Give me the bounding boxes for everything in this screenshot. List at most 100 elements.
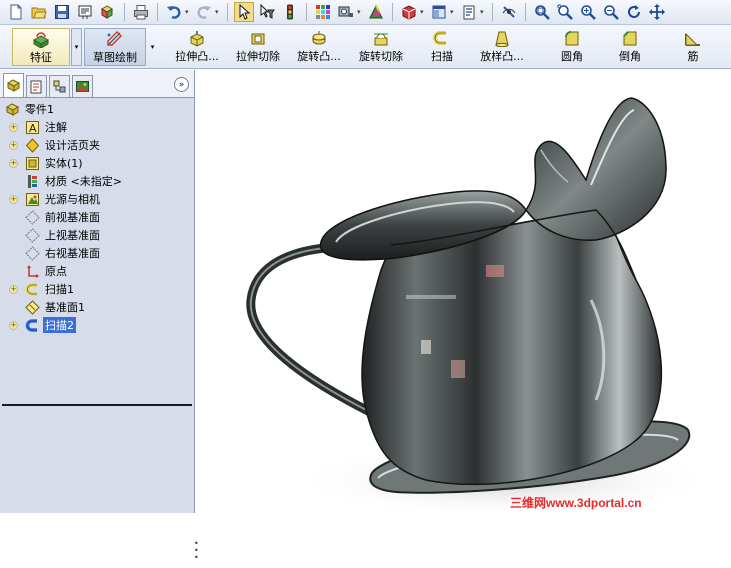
expand-toggle-icon[interactable]: + [9, 284, 18, 294]
tree-item-label: 扫描2 [43, 317, 76, 333]
rotate-view-icon[interactable] [624, 2, 644, 22]
tree-item-label: 实体(1) [45, 157, 83, 170]
options-grid-icon[interactable] [313, 2, 333, 22]
expand-panel-icon[interactable]: » [174, 77, 189, 92]
tree-item-label: 前视基准面 [45, 211, 100, 224]
appearance-icon[interactable] [399, 2, 419, 22]
command-label: 圆角 [561, 50, 583, 63]
zoom-to-fit-icon[interactable] [532, 2, 552, 22]
tree-item-label: 材质 <未指定> [45, 175, 122, 188]
tree-item-design-binder[interactable]: + 设计活页夹 [0, 136, 194, 154]
tree-item-origin[interactable]: 原点 [0, 262, 194, 280]
undo-dropdown-icon[interactable]: ▾ [185, 8, 191, 16]
tab-configuration-manager[interactable] [49, 75, 70, 97]
extruded-cut-icon [251, 33, 265, 45]
pitcher-model[interactable] [196, 70, 731, 518]
tree-item-sweep2[interactable]: + 扫描2 [0, 316, 194, 334]
part-icon [5, 102, 20, 117]
command-label: 放样凸... [480, 50, 524, 63]
tree-item-plane1[interactable]: 基准面1 [0, 298, 194, 316]
tree-item-lights-cameras[interactable]: + 光源与相机 [0, 190, 194, 208]
tree-item-material[interactable]: 材质 <未指定> [0, 172, 194, 190]
command-label: 扫描 [431, 50, 453, 63]
lofted-boss-button[interactable]: 放样凸... [475, 30, 529, 66]
zoom-to-area-icon[interactable] [555, 2, 575, 22]
plane-icon [25, 227, 40, 243]
fillet-button[interactable]: 圆角 [555, 30, 589, 66]
print-icon[interactable] [131, 2, 151, 22]
tree-item-label: 零件1 [25, 103, 54, 116]
sweep-icon [433, 31, 446, 45]
zoom-in-out-icon[interactable] [578, 2, 598, 22]
expand-toggle-icon[interactable]: + [9, 194, 18, 204]
chamfer-icon [623, 31, 637, 46]
tree-item-part[interactable]: 零件1 [0, 100, 194, 118]
revolved-cut-button[interactable]: 旋转切除 [353, 30, 409, 66]
tab-feature-manager[interactable] [3, 73, 24, 97]
extruded-boss-icon [190, 31, 204, 47]
pan-icon[interactable] [647, 2, 667, 22]
realview-icon[interactable] [366, 2, 386, 22]
tree-item-sweep1[interactable]: + 扫描1 [0, 280, 194, 298]
tree-item-front-plane[interactable]: 前视基准面 [0, 208, 194, 226]
plane-icon [25, 245, 40, 261]
tools-options-icon[interactable] [459, 2, 479, 22]
reference-plane-icon [25, 299, 40, 315]
revolved-boss-icon [312, 31, 326, 45]
tab-label: 草图绘制 [93, 50, 137, 64]
tree-item-annotations[interactable]: + A 注解 [0, 118, 194, 136]
feature-manager-panel: » 零件1 + A 注解 + 设计活页夹 + 实体(1) 材质 <未指定> + … [0, 70, 199, 562]
make-assembly-icon[interactable] [98, 2, 118, 22]
panel-splitter-handle[interactable]: • • • [194, 540, 200, 568]
feature-tree: 零件1 + A 注解 + 设计活页夹 + 实体(1) 材质 <未指定> + 光源… [0, 100, 194, 334]
zoom-to-selection-icon[interactable] [601, 2, 621, 22]
revolved-boss-button[interactable]: 旋转凸... [292, 30, 346, 66]
undo-icon[interactable] [164, 2, 184, 22]
tree-item-label: 扫描1 [45, 283, 74, 296]
select-pointer-icon[interactable] [234, 2, 254, 22]
features-dropdown-icon[interactable]: ▾ [71, 28, 82, 66]
command-manager: 特征 ▾ 草图绘制 ▾ 拉伸凸... 拉伸切除 旋转凸... 旋转切除 扫描 放… [0, 25, 731, 69]
command-label: 旋转凸... [297, 50, 341, 63]
sweep-button[interactable]: 扫描 [425, 30, 459, 66]
new-document-icon[interactable] [6, 2, 26, 22]
extruded-cut-button[interactable]: 拉伸切除 [230, 30, 286, 66]
rib-icon [685, 32, 700, 46]
sketch-dropdown-icon[interactable]: ▾ [147, 28, 158, 66]
tree-item-solid-bodies[interactable]: + 实体(1) [0, 154, 194, 172]
command-label: 倒角 [619, 50, 641, 63]
expand-toggle-icon[interactable]: + [9, 122, 18, 132]
tree-item-top-plane[interactable]: 上视基准面 [0, 226, 194, 244]
origin-icon [25, 264, 40, 279]
rib-button[interactable]: 筋 [678, 30, 708, 66]
photoworks-icon[interactable] [336, 2, 356, 22]
extruded-boss-button[interactable]: 拉伸凸... [170, 30, 224, 66]
save-icon[interactable] [52, 2, 72, 22]
tree-item-label: 光源与相机 [45, 193, 100, 206]
make-drawing-icon[interactable] [75, 2, 95, 22]
expand-toggle-icon[interactable]: + [9, 140, 18, 150]
command-label: 拉伸切除 [236, 50, 280, 63]
command-label: 旋转切除 [359, 50, 403, 63]
redo-dropdown-icon[interactable]: ▾ [215, 8, 221, 16]
tab-features[interactable]: 特征 [12, 28, 70, 66]
tree-item-right-plane[interactable]: 右视基准面 [0, 244, 194, 262]
sweep-feature-icon [25, 282, 40, 297]
rollback-bar[interactable] [2, 404, 192, 406]
hide-show-icon[interactable] [499, 2, 519, 22]
chamfer-button[interactable]: 倒角 [613, 30, 647, 66]
graphics-area[interactable] [196, 70, 731, 518]
tab-property-manager[interactable] [26, 75, 47, 97]
tab-label: 特征 [30, 50, 52, 64]
open-folder-icon[interactable] [29, 2, 49, 22]
redo-icon[interactable] [194, 2, 214, 22]
select-filter-icon[interactable] [257, 2, 277, 22]
display-style-icon[interactable] [429, 2, 449, 22]
tab-display-manager[interactable] [72, 75, 93, 97]
feature-tree-icon [6, 79, 21, 92]
tab-sketch[interactable]: 草图绘制 [84, 28, 146, 66]
expand-toggle-icon[interactable]: + [9, 320, 18, 330]
expand-toggle-icon[interactable]: + [9, 158, 18, 168]
rebuild-traffic-light-icon[interactable] [280, 2, 300, 22]
tree-item-label: 设计活页夹 [45, 139, 100, 152]
